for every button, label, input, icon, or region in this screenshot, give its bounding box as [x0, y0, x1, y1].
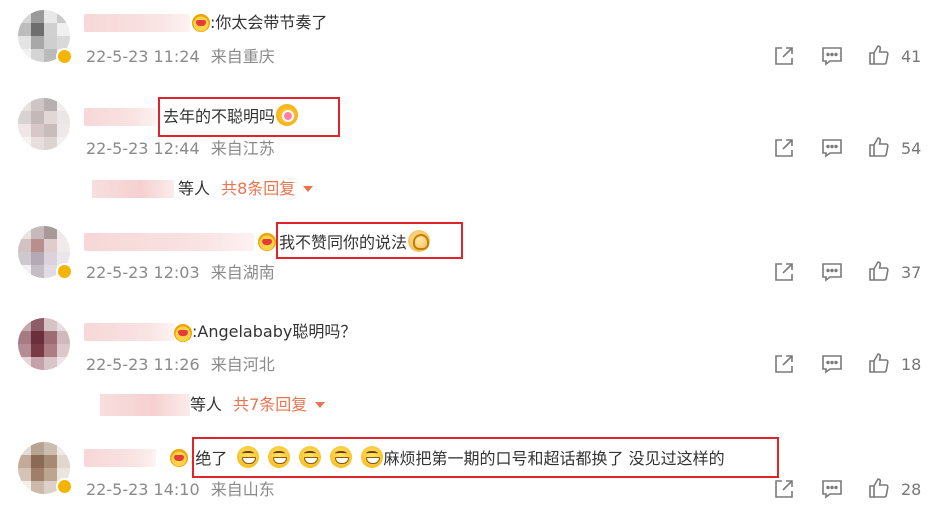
like-count: 41 — [901, 47, 922, 66]
comment-location: 来自山东 — [210, 480, 275, 499]
comment-text: :你太会带节奏了 — [210, 13, 328, 32]
comment-meta: 22-5-23 12:03 来自湖南 — [86, 263, 275, 283]
share-icon[interactable] — [772, 477, 796, 501]
username[interactable] — [84, 14, 190, 32]
like-count: 28 — [901, 480, 922, 499]
reply-link[interactable]: 共8条回复 — [221, 179, 295, 198]
comment-date: 22-5-23 12:44 — [86, 139, 200, 158]
reply-username[interactable] — [92, 180, 174, 198]
highlight-box — [276, 222, 463, 259]
username[interactable] — [84, 108, 156, 126]
comment-date: 22-5-23 14:10 — [86, 480, 200, 499]
avatar[interactable] — [18, 98, 70, 150]
highlight-box — [158, 97, 340, 137]
like-count: 54 — [901, 139, 922, 158]
comment-location: 来自湖南 — [210, 263, 275, 282]
comment-icon[interactable] — [820, 352, 844, 376]
comment-icon[interactable] — [820, 136, 844, 160]
reply-who: 等人 — [178, 179, 211, 198]
caret-down-icon — [315, 402, 326, 408]
comment-date: 22-5-23 11:24 — [86, 47, 200, 66]
share-icon[interactable] — [772, 260, 796, 284]
comment-meta: 22-5-23 11:24 来自重庆 — [86, 47, 275, 67]
caret-down-icon — [303, 186, 314, 192]
comment-location: 来自河北 — [210, 355, 275, 374]
highlight-box — [192, 437, 779, 478]
reply-who: 等人 — [190, 395, 223, 414]
comment-meta: 22-5-23 12:44 来自江苏 — [86, 139, 275, 159]
comment-location: 来自江苏 — [210, 139, 275, 158]
reply-link[interactable]: 共7条回复 — [233, 395, 307, 414]
thumbs-up-icon[interactable] — [867, 259, 891, 283]
thumbs-up-icon[interactable] — [867, 135, 891, 159]
username[interactable] — [84, 449, 156, 467]
like-count: 18 — [901, 355, 922, 374]
share-icon[interactable] — [772, 136, 796, 160]
thumbs-up-icon[interactable] — [867, 476, 891, 500]
vip-crown-icon — [192, 14, 210, 32]
comment-meta: 22-5-23 11:26 来自河北 — [86, 355, 275, 375]
verified-badge-icon — [56, 478, 73, 495]
thumbs-up-icon[interactable] — [867, 43, 891, 67]
comment-text: :Angelababy聪明吗？ — [192, 322, 357, 341]
username[interactable] — [84, 323, 174, 341]
like-count: 37 — [901, 263, 922, 282]
reply-username[interactable] — [100, 394, 190, 416]
comment-icon[interactable] — [820, 260, 844, 284]
reply-summary[interactable]: 等人 共7条回复 — [190, 394, 326, 416]
vip-crown-icon — [170, 449, 188, 467]
vip-crown-icon — [258, 233, 276, 251]
verified-badge-icon — [56, 48, 73, 65]
comment-date: 22-5-23 11:26 — [86, 355, 200, 374]
verified-badge-icon — [56, 263, 73, 280]
vip-crown-icon — [174, 324, 192, 342]
reply-summary[interactable]: 等人 共8条回复 — [178, 178, 314, 200]
comment-icon[interactable] — [820, 44, 844, 68]
thumbs-up-icon[interactable] — [867, 351, 891, 375]
username[interactable] — [84, 233, 254, 251]
avatar[interactable] — [18, 318, 70, 370]
share-icon[interactable] — [772, 44, 796, 68]
share-icon[interactable] — [772, 352, 796, 376]
comment-icon[interactable] — [820, 477, 844, 501]
comment-meta: 22-5-23 14:10 来自山东 — [86, 480, 275, 500]
comment-date: 22-5-23 12:03 — [86, 263, 200, 282]
comment-location: 来自重庆 — [210, 47, 275, 66]
